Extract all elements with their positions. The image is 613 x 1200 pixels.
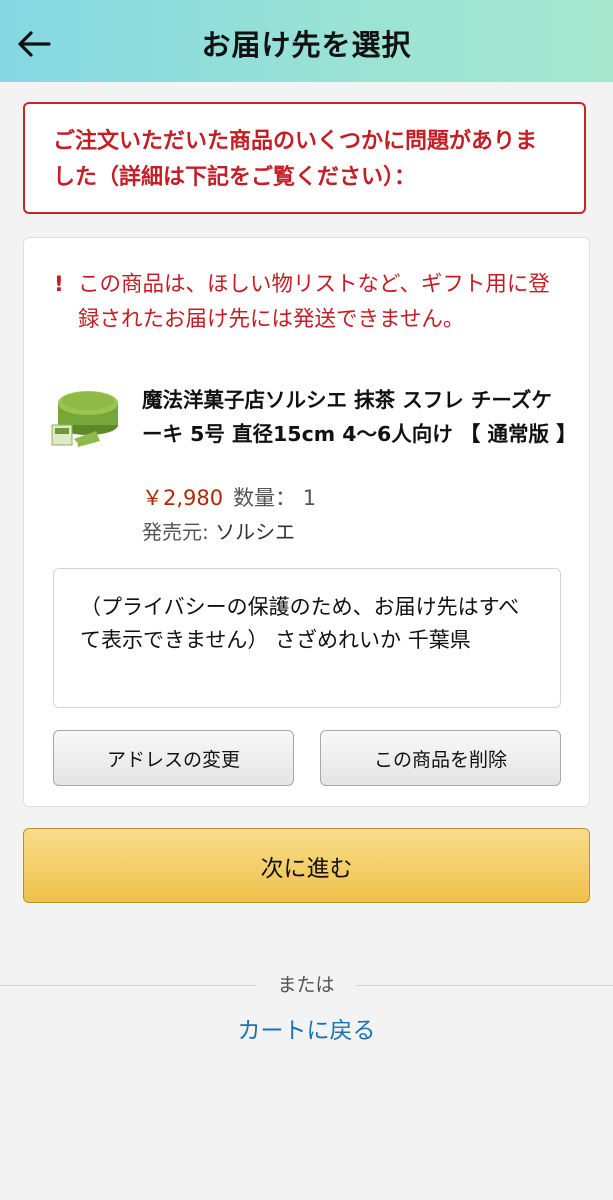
shipping-address-box: （プライバシーの保護のため、お届け先はすべて表示できません） さざめれいか 千葉… [53,568,561,708]
product-price: ￥2,980 [142,486,224,510]
app-header: お届け先を選択 [0,0,613,82]
product-title[interactable]: 魔法洋菓子店ソルシエ 抹茶 スフレ チーズケーキ 5号 直径15cm 4〜6人向… [142,383,577,451]
back-to-cart-link[interactable]: カートに戻る [0,1014,613,1048]
shipping-address: （プライバシーの保護のため、お届け先はすべて表示できません） さざめれいか 千葉… [80,595,520,652]
seller-label: 発売元: [142,520,209,544]
alert-message: ご注文いただいた商品のいくつかに問題がありました（詳細は下記をご覧ください）： [53,129,538,190]
delete-item-button[interactable]: この商品を削除 [320,730,561,786]
error-alert: ご注文いただいた商品のいくつかに問題がありました（詳細は下記をご覧ください）： [23,102,586,214]
change-address-button[interactable]: アドレスの変更 [53,730,294,786]
seller-row: 発売元: ソルシエ [142,517,295,547]
or-label: または [256,970,356,1000]
next-button[interactable]: 次に進む [23,828,590,903]
price-row: ￥2,980 数量： 1 [142,483,316,513]
warning-text: この商品は、ほしい物リストなど、ギフト用に登録されたお届け先には発送できません。 [78,272,550,332]
product-image[interactable] [50,381,120,449]
shipping-warning: ! この商品は、ほしい物リストなど、ギフト用に登録されたお届け先には発送できませ… [54,267,564,337]
seller-name: ソルシエ [215,520,296,544]
warning-icon: ! [54,272,64,297]
product-quantity: 数量： 1 [233,486,317,510]
page-title: お届け先を選択 [201,28,412,62]
item-card: ! この商品は、ほしい物リストなど、ギフト用に登録されたお届け先には発送できませ… [23,237,590,807]
